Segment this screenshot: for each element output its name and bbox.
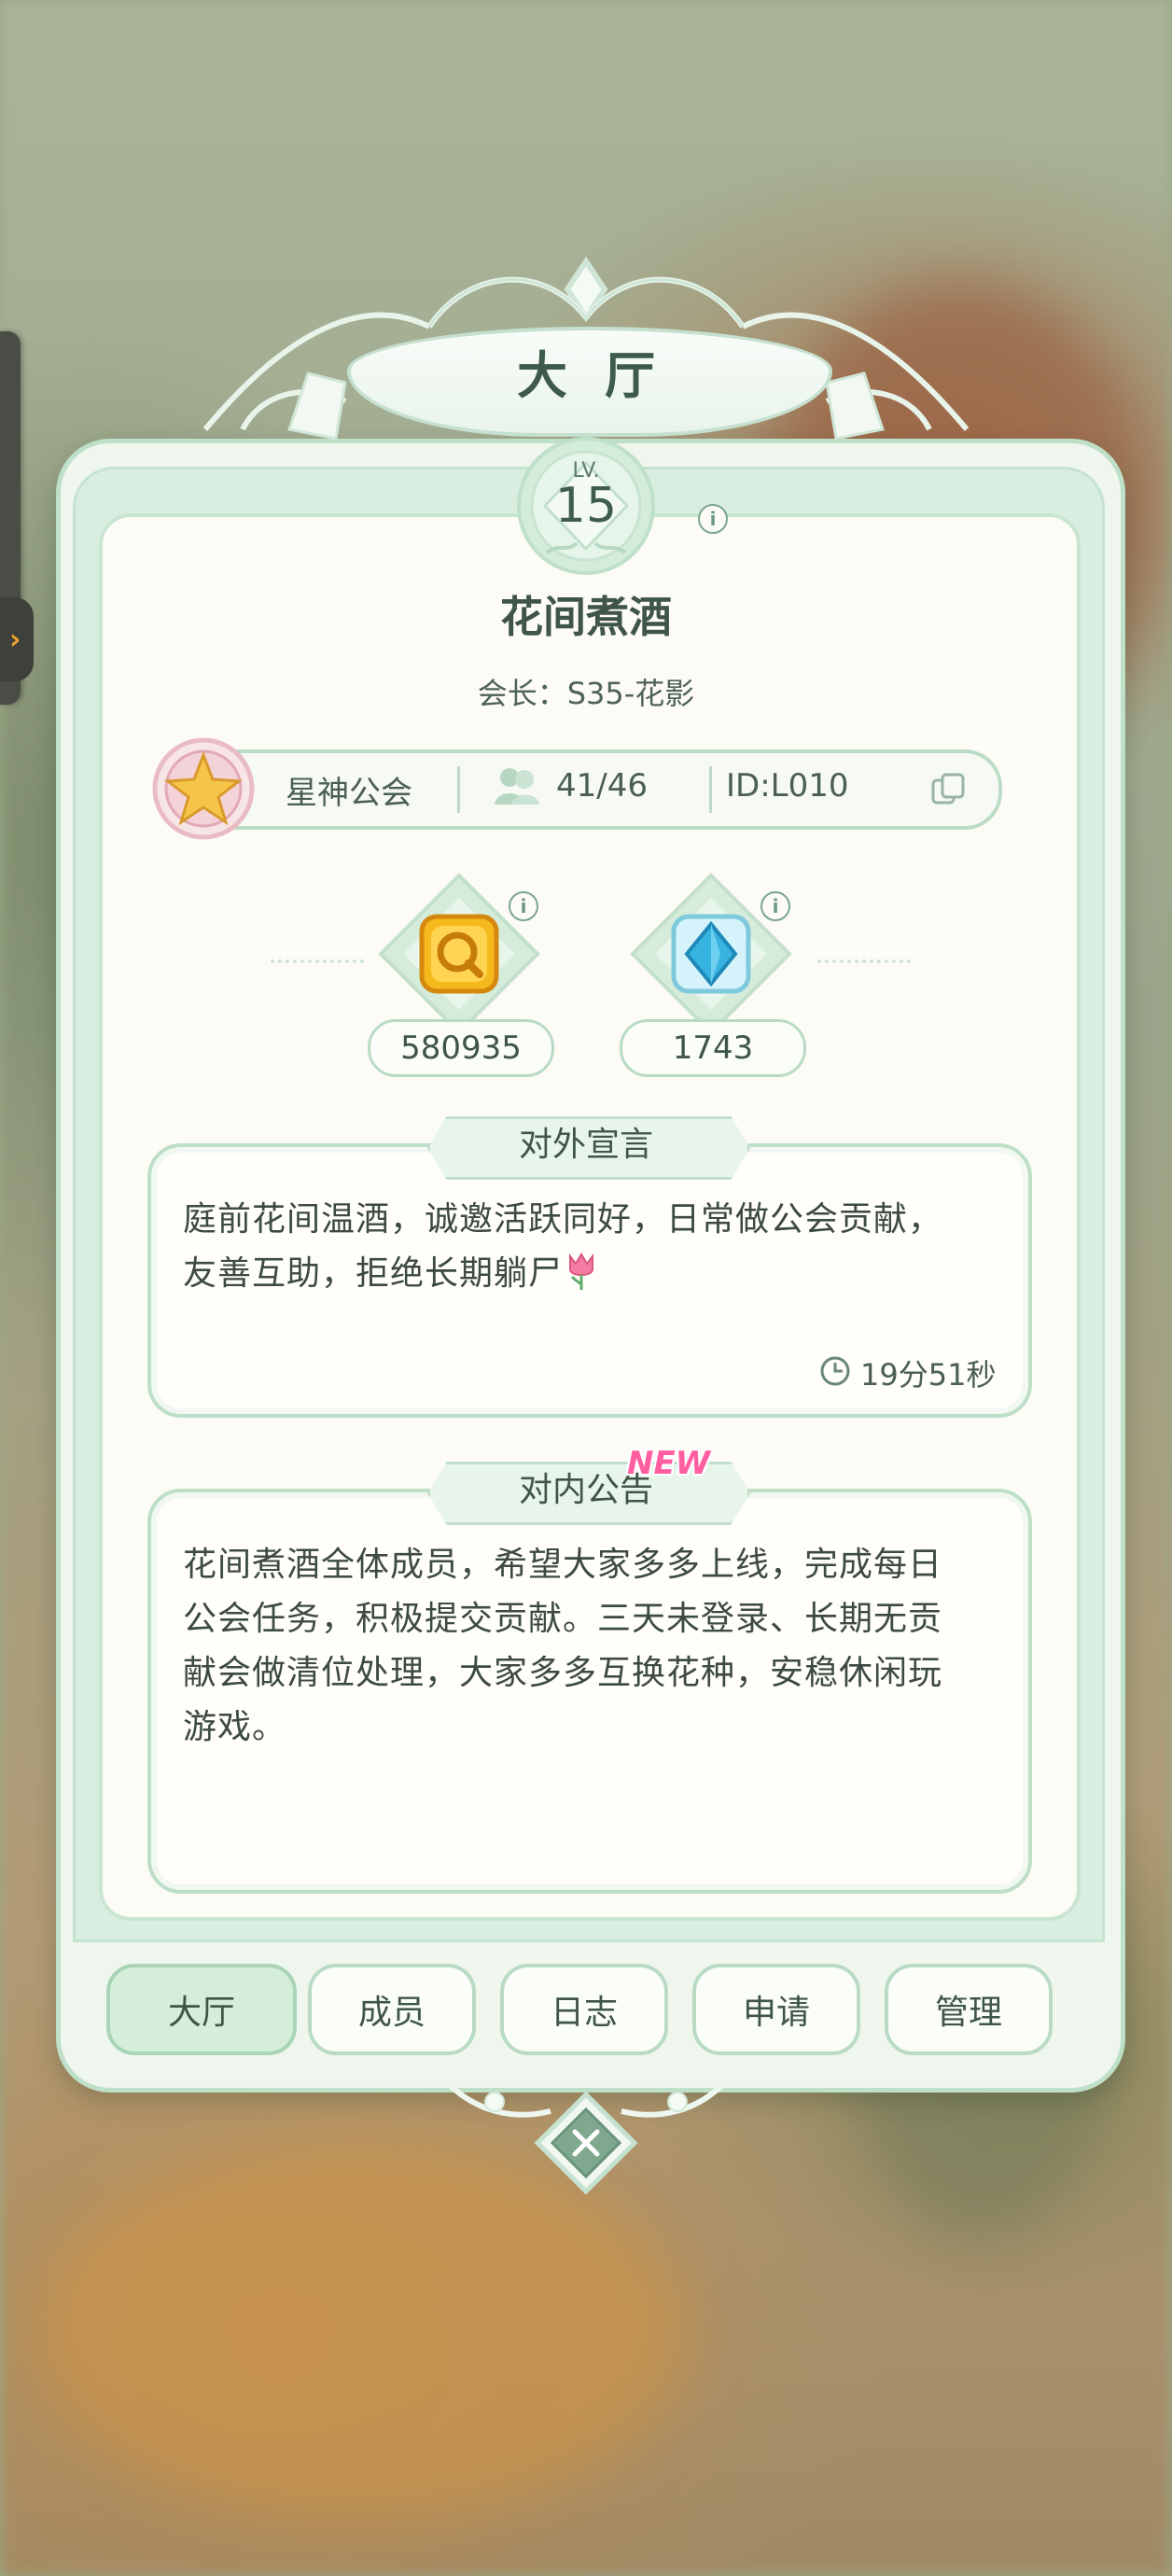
declaration-timer: 19分51秒	[860, 1357, 997, 1393]
gem-amount: 1743	[620, 1019, 806, 1077]
members-icon	[495, 768, 539, 805]
level-info-icon[interactable]: i	[698, 504, 728, 534]
guild-leader: 会长：S35-花影	[477, 676, 695, 711]
declaration-title: 对外宣言	[518, 1126, 653, 1164]
tab-applications[interactable]: 申请	[692, 1964, 860, 2055]
tab-log[interactable]: 日志	[500, 1964, 668, 2055]
page-title: 大厅	[517, 346, 692, 405]
guild-name: 花间煮酒	[500, 592, 672, 642]
guild-emblem-icon	[152, 737, 255, 840]
announcement-line: 花间煮酒全体成员，希望大家多多上线，完成每日	[183, 1546, 943, 1584]
copy-icon[interactable]	[929, 771, 969, 808]
divider	[817, 959, 911, 967]
gem-info-icon[interactable]: i	[760, 891, 790, 921]
side-expand-button[interactable]: ›	[0, 597, 34, 681]
member-count: 41/46	[556, 767, 648, 805]
announcement-text: 花间煮酒全体成员，希望大家多多上线，完成每日 公会任务，积极提交贡献。三天未登录…	[183, 1538, 1004, 1755]
announcement-line: 游戏。	[183, 1708, 287, 1746]
gold-amount: 580935	[368, 1019, 554, 1077]
guild-level: 15	[554, 478, 618, 534]
close-button[interactable]	[534, 2091, 638, 2195]
clock-icon	[820, 1356, 850, 1386]
gold-info-icon[interactable]: i	[509, 891, 538, 921]
tab-hall[interactable]: 大厅	[106, 1964, 297, 2055]
announcement-line: 献会做清位处理，大家多多互换花种，安稳休闲玩	[183, 1654, 943, 1692]
declaration-line: 友善互助，拒绝长期躺尸	[183, 1247, 1004, 1301]
announcement-line: 公会任务，积极提交贡献。三天未登录、长期无贡	[183, 1600, 943, 1638]
guild-tier: 星神公会	[286, 775, 412, 812]
declaration-text: 庭前花间温酒，诚邀活跃同好，日常做公会贡献， 友善互助，拒绝长期躺尸	[183, 1193, 1004, 1301]
chevron-right-icon: ›	[9, 623, 21, 656]
tab-management[interactable]: 管理	[885, 1964, 1053, 2055]
guild-id: ID:L010	[726, 767, 849, 805]
divider	[271, 959, 364, 967]
tulip-icon	[569, 1253, 594, 1290]
tab-members[interactable]: 成员	[308, 1964, 476, 2055]
declaration-line: 庭前花间温酒，诚邀活跃同好，日常做公会贡献，	[183, 1200, 943, 1239]
new-badge: NEW	[627, 1445, 711, 1482]
